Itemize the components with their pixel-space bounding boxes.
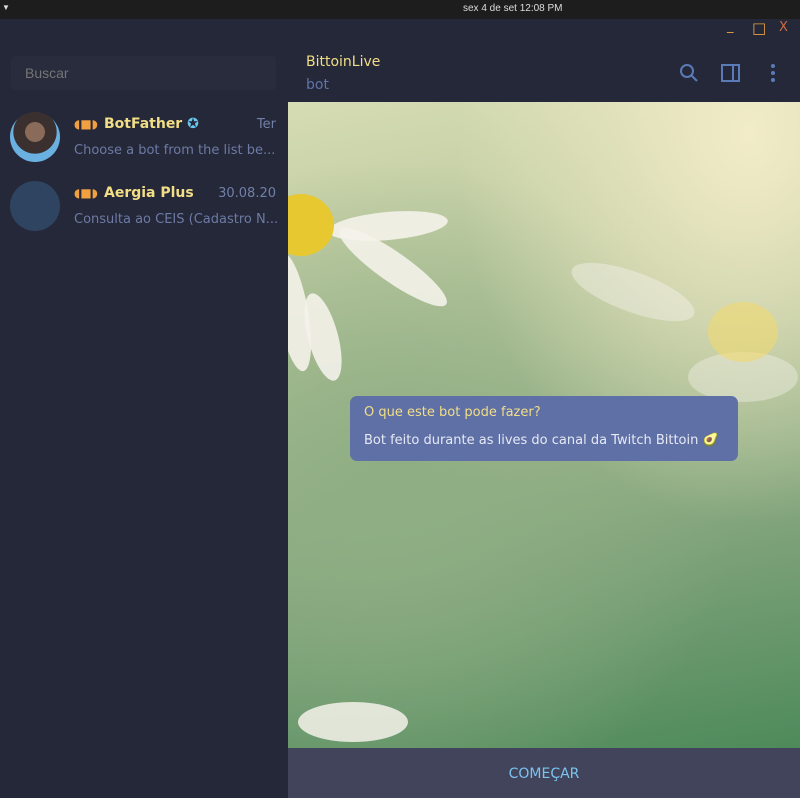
minimize-button[interactable]: _ bbox=[727, 19, 734, 34]
bubble-title: O que este bot pode fazer? bbox=[364, 405, 541, 420]
avatar bbox=[10, 112, 60, 162]
clock[interactable]: sex 4 de set 12:08 PM bbox=[463, 3, 563, 14]
search-icon[interactable] bbox=[679, 63, 699, 83]
chat-item-aergia-plus[interactable]: ◖■◗ Aergia Plus 30.08.20 Consulta ao CEIS… bbox=[0, 175, 287, 244]
bot-description-bubble: O que este bot pode fazer? Bot feito dur… bbox=[350, 396, 738, 461]
search-input[interactable] bbox=[11, 56, 276, 90]
close-button[interactable]: X bbox=[779, 20, 788, 35]
more-icon[interactable] bbox=[768, 63, 778, 83]
avocado-emoji: 🥑 bbox=[702, 433, 719, 448]
avatar bbox=[10, 181, 60, 231]
bubble-text: Bot feito durante as lives do canal da T… bbox=[364, 433, 699, 448]
chat-subtitle: bot bbox=[306, 77, 329, 93]
start-button[interactable]: COMEÇAR bbox=[509, 766, 580, 782]
bot-icon: ◖■◗ bbox=[74, 117, 98, 131]
sidebar-toggle-icon[interactable] bbox=[720, 63, 742, 83]
verified-icon: ✪ bbox=[187, 116, 199, 132]
maximize-button[interactable]: □ bbox=[752, 19, 766, 37]
chat-background: O que este bot pode fazer? Bot feito dur… bbox=[288, 102, 800, 748]
chat-preview: Choose a bot from the list be... bbox=[74, 143, 276, 158]
chat-name: BotFather bbox=[103, 116, 183, 132]
chat-item-botfather[interactable]: ◖■◗ BotFather ✪ Ter Choose a bot from the… bbox=[0, 106, 287, 175]
chat-name: Aergia Plus bbox=[103, 185, 194, 201]
chat-title[interactable]: BittoinLive bbox=[306, 54, 380, 70]
chat-date: Ter bbox=[256, 117, 276, 132]
chat-header: BittoinLive bot bbox=[288, 45, 800, 102]
chat-preview: Consulta ao CEIS (Cadastro N... bbox=[74, 212, 279, 227]
bottom-bar: COMEÇAR bbox=[288, 748, 800, 798]
window-titlebar: _ □ X bbox=[0, 19, 800, 45]
menu-arrow-icon[interactable]: ▼ bbox=[2, 3, 10, 12]
chat-date: 30.08.20 bbox=[218, 186, 276, 201]
chat-list-sidebar: ◖■◗ BotFather ✪ Ter Choose a bot from the… bbox=[0, 45, 287, 798]
system-bar: ▼ sex 4 de set 12:08 PM bbox=[0, 0, 800, 19]
bot-icon: ◖■◗ bbox=[74, 186, 98, 200]
